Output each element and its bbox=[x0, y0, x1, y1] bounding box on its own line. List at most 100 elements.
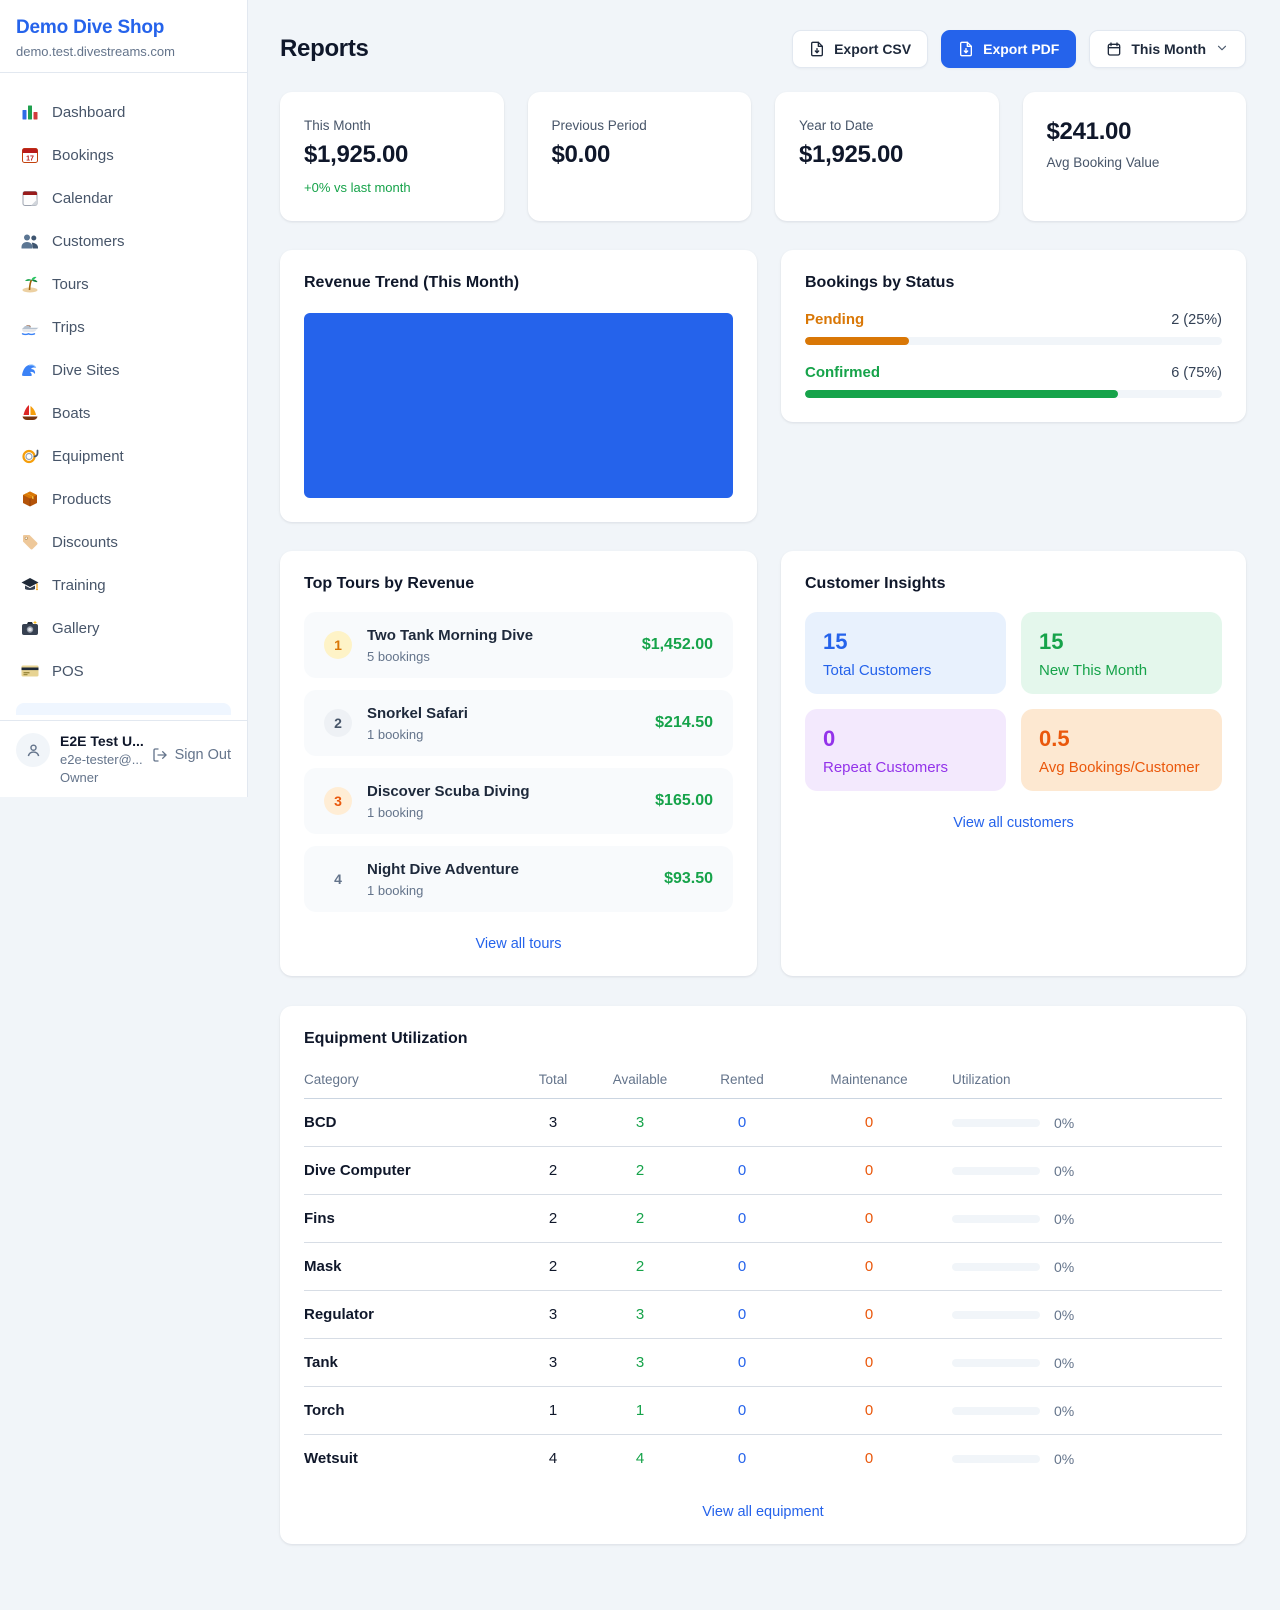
cell-total: 3 bbox=[514, 1099, 592, 1147]
sidebar-item-label: Tours bbox=[52, 276, 89, 293]
view-all-equipment-link[interactable]: View all equipment bbox=[304, 1504, 1222, 1520]
sidebar-item-reports-active-partial[interactable] bbox=[16, 703, 231, 715]
table-row: Wetsuit 4 4 0 0 0% bbox=[304, 1435, 1222, 1483]
sidebar-item-products[interactable]: Products bbox=[8, 479, 239, 519]
insight-new-this-month: 15 New This Month bbox=[1021, 612, 1222, 694]
stat-value: $0.00 bbox=[552, 141, 728, 169]
stat-value: $1,925.00 bbox=[304, 141, 480, 169]
cell-available: 4 bbox=[592, 1435, 688, 1483]
sidebar-item-tours[interactable]: Tours bbox=[8, 264, 239, 304]
utilization-bar-track bbox=[952, 1455, 1040, 1463]
cell-category: Dive Computer bbox=[304, 1147, 514, 1195]
rank-badge: 4 bbox=[324, 865, 352, 893]
cell-category: Wetsuit bbox=[304, 1435, 514, 1483]
bar-chart-icon bbox=[20, 102, 40, 122]
cell-maintenance: 0 bbox=[796, 1387, 942, 1435]
tour-revenue: $214.50 bbox=[655, 714, 713, 732]
cell-category: Fins bbox=[304, 1195, 514, 1243]
insight-repeat-customers: 0 Repeat Customers bbox=[805, 709, 1006, 791]
sidebar-item-label: Calendar bbox=[52, 190, 113, 207]
sidebar-item-dive-sites[interactable]: Dive Sites bbox=[8, 350, 239, 390]
sidebar-item-label: POS bbox=[52, 663, 84, 680]
utilization-cell: 0% bbox=[952, 1259, 1222, 1275]
sidebar-item-pos[interactable]: POS bbox=[8, 651, 239, 691]
sidebar-item-gallery[interactable]: Gallery bbox=[8, 608, 239, 648]
utilization-cell: 0% bbox=[952, 1211, 1222, 1227]
sign-out-label: Sign Out bbox=[175, 747, 231, 763]
utilization-cell: 0% bbox=[952, 1355, 1222, 1371]
utilization-bar-track bbox=[952, 1215, 1040, 1223]
revenue-trend-title: Revenue Trend (This Month) bbox=[304, 274, 733, 292]
equipment-table: Category Total Available Rented Maintena… bbox=[304, 1064, 1222, 1482]
tour-row: 2 Snorkel Safari1 booking $214.50 bbox=[304, 690, 733, 756]
tour-row: 1 Two Tank Morning Dive5 bookings $1,452… bbox=[304, 612, 733, 678]
utilization-percent: 0% bbox=[1054, 1307, 1074, 1323]
shop-name: Demo Dive Shop bbox=[16, 17, 231, 39]
sidebar-item-boats[interactable]: Boats bbox=[8, 393, 239, 433]
person-icon bbox=[24, 741, 43, 760]
utilization-percent: 0% bbox=[1054, 1115, 1074, 1131]
sidebar-item-label: Equipment bbox=[52, 448, 124, 465]
utilization-bar-track bbox=[952, 1359, 1040, 1367]
sidebar-item-trips[interactable]: Trips bbox=[8, 307, 239, 347]
insight-label: Total Customers bbox=[823, 662, 988, 679]
insight-label: Avg Bookings/Customer bbox=[1039, 759, 1204, 776]
cell-maintenance: 0 bbox=[796, 1243, 942, 1291]
utilization-percent: 0% bbox=[1054, 1355, 1074, 1371]
table-row: Tank 3 3 0 0 0% bbox=[304, 1339, 1222, 1387]
cell-maintenance: 0 bbox=[796, 1195, 942, 1243]
rank-badge: 2 bbox=[324, 709, 352, 737]
utilization-bar-track bbox=[952, 1119, 1040, 1127]
cell-category: Torch bbox=[304, 1387, 514, 1435]
sidebar-item-dashboard[interactable]: Dashboard bbox=[8, 92, 239, 132]
stat-card-this-month: This Month $1,925.00 +0% vs last month bbox=[280, 92, 504, 221]
insight-value: 15 bbox=[1039, 629, 1204, 655]
column-header-total: Total bbox=[514, 1064, 592, 1099]
period-dropdown[interactable]: This Month bbox=[1089, 30, 1246, 68]
sidebar-item-training[interactable]: Training bbox=[8, 565, 239, 605]
utilization-bar-track bbox=[952, 1311, 1040, 1319]
insight-label: Repeat Customers bbox=[823, 759, 988, 776]
page-title: Reports bbox=[280, 35, 369, 63]
cell-category: Regulator bbox=[304, 1291, 514, 1339]
sidebar-item-discounts[interactable]: Discounts bbox=[8, 522, 239, 562]
sidebar-item-label: Gallery bbox=[52, 620, 100, 637]
calendar-date-icon: 17 bbox=[20, 145, 40, 165]
tour-bookings: 5 bookings bbox=[367, 649, 533, 664]
file-download-icon bbox=[958, 41, 974, 57]
cell-available: 2 bbox=[592, 1195, 688, 1243]
column-header-available: Available bbox=[592, 1064, 688, 1099]
credit-card-icon bbox=[20, 661, 40, 681]
sidebar-nav: Dashboard 17 Bookings Calendar Customers… bbox=[0, 73, 247, 715]
export-pdf-button[interactable]: Export PDF bbox=[941, 30, 1076, 68]
view-all-tours-link[interactable]: View all tours bbox=[304, 936, 733, 952]
cell-rented: 0 bbox=[688, 1099, 796, 1147]
cell-maintenance: 0 bbox=[796, 1099, 942, 1147]
tour-name: Two Tank Morning Dive bbox=[367, 627, 533, 644]
insight-value: 0.5 bbox=[1039, 726, 1204, 752]
stat-value: $1,925.00 bbox=[799, 141, 975, 169]
status-row-confirmed: Confirmed 6 (75%) bbox=[805, 364, 1222, 398]
view-all-customers-link[interactable]: View all customers bbox=[805, 815, 1222, 831]
utilization-percent: 0% bbox=[1054, 1163, 1074, 1179]
sidebar-item-customers[interactable]: Customers bbox=[8, 221, 239, 261]
brand: Demo Dive Shop demo.test.divestreams.com bbox=[0, 0, 247, 73]
sign-out-button[interactable]: Sign Out bbox=[152, 747, 231, 763]
sidebar-item-label: Discounts bbox=[52, 534, 118, 551]
cell-available: 3 bbox=[592, 1339, 688, 1387]
utilization-percent: 0% bbox=[1054, 1211, 1074, 1227]
wave-icon bbox=[20, 360, 40, 380]
calendar-icon bbox=[1106, 41, 1122, 57]
sidebar-item-label: Boats bbox=[52, 405, 90, 422]
tour-revenue: $93.50 bbox=[664, 870, 713, 888]
export-csv-button[interactable]: Export CSV bbox=[792, 30, 928, 68]
insight-value: 15 bbox=[823, 629, 988, 655]
sidebar-item-equipment[interactable]: Equipment bbox=[8, 436, 239, 476]
people-icon bbox=[20, 231, 40, 251]
status-bar-track bbox=[805, 390, 1222, 398]
sidebar-item-calendar[interactable]: Calendar bbox=[8, 178, 239, 218]
table-row: Fins 2 2 0 0 0% bbox=[304, 1195, 1222, 1243]
cell-available: 2 bbox=[592, 1243, 688, 1291]
cell-available: 2 bbox=[592, 1147, 688, 1195]
sidebar-item-bookings[interactable]: 17 Bookings bbox=[8, 135, 239, 175]
